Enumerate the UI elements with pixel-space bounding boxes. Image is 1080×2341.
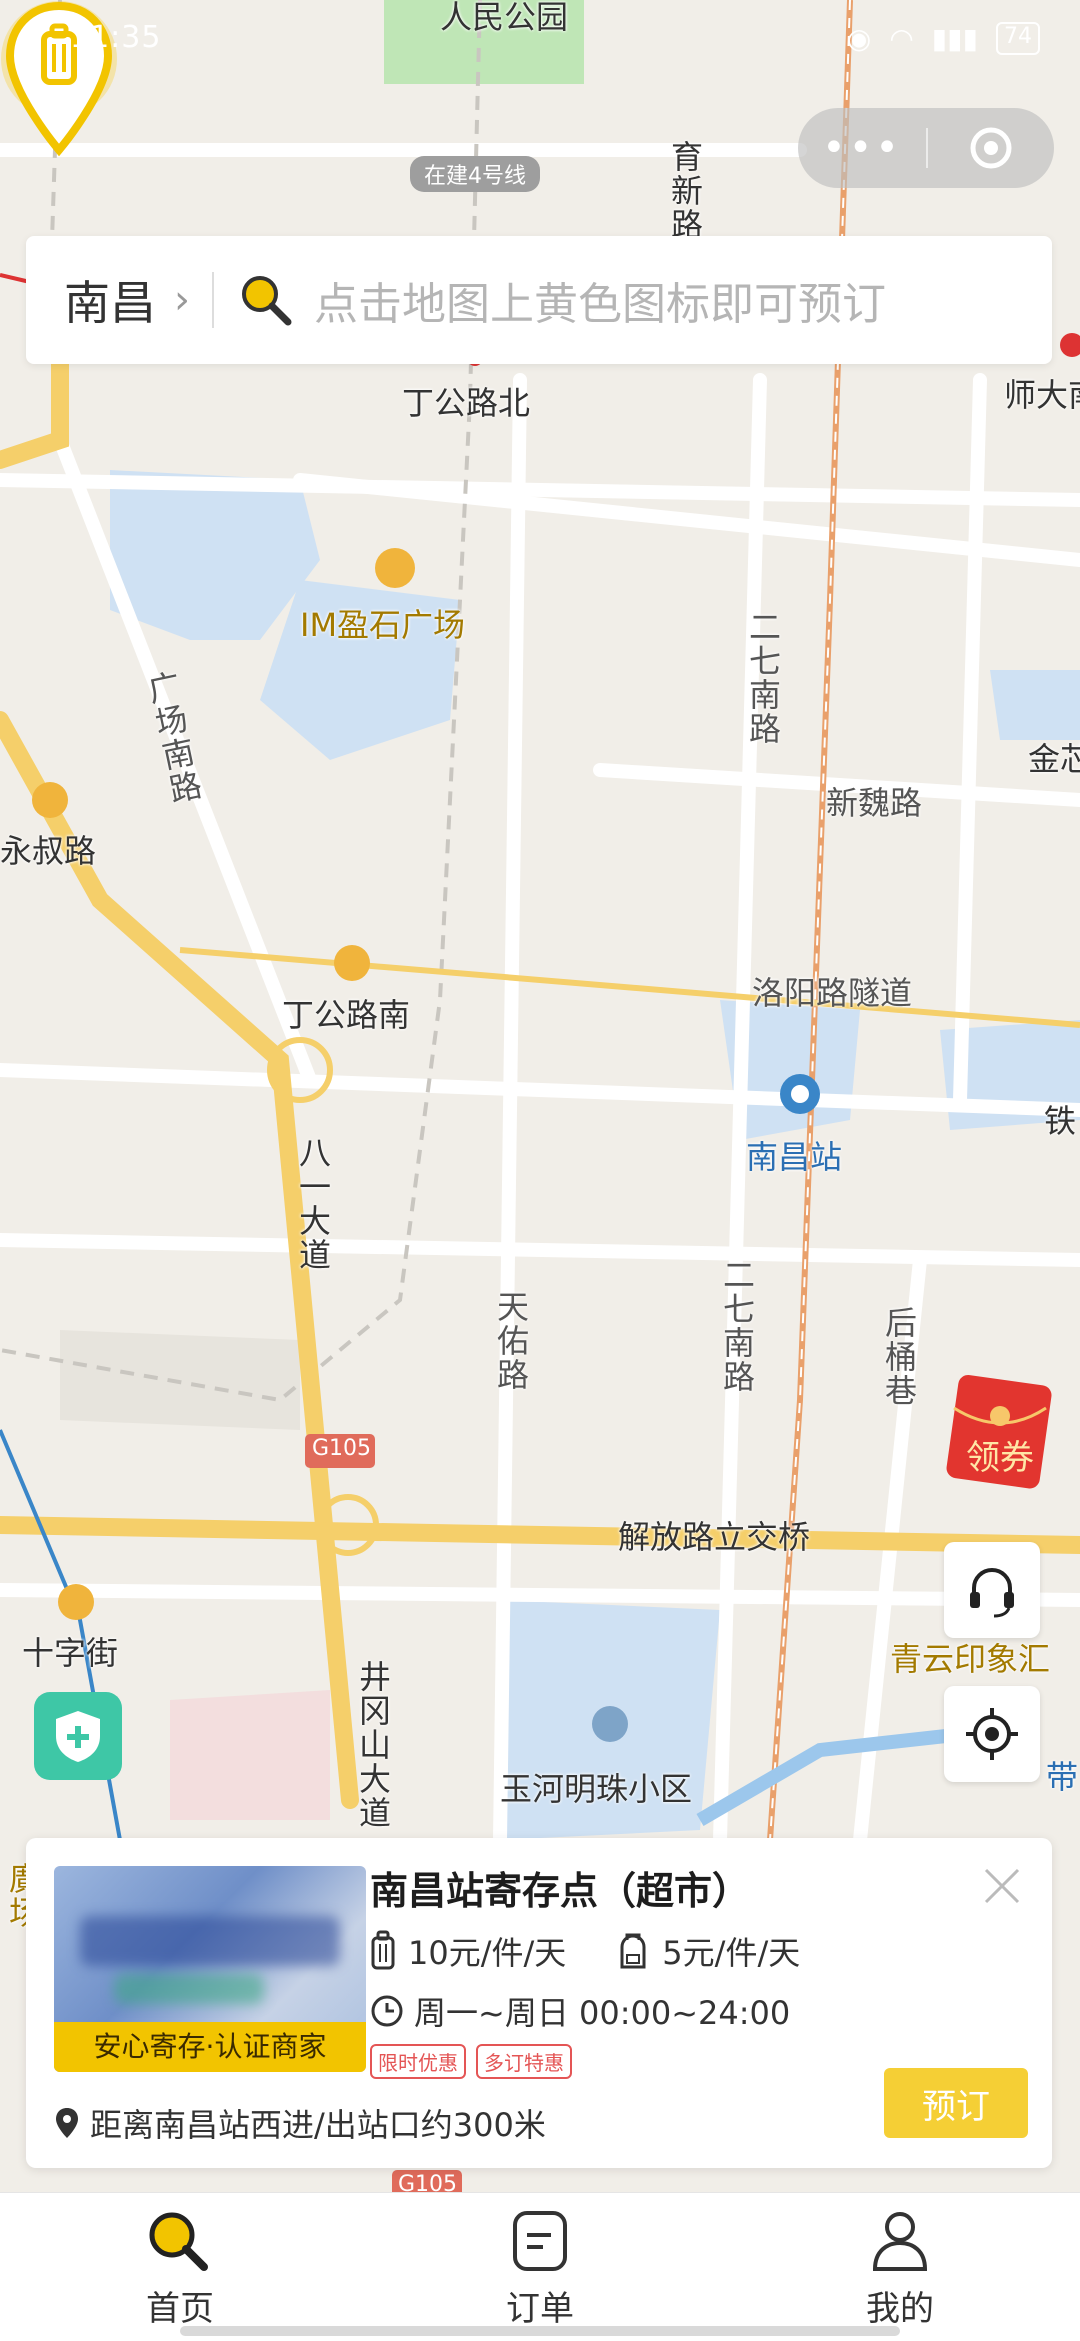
map-label-shida: 师大南 — [1004, 376, 1080, 414]
map-label-yongshu: 永叔路 — [0, 832, 97, 870]
status-icons: ◉ ◠ ▮▮▮ 74 — [847, 22, 1040, 55]
shield-plus-icon — [56, 1711, 100, 1762]
map-label-jinggang: 井冈山大道 — [354, 1660, 392, 1830]
promo-tag: 多订特惠 — [476, 2044, 572, 2079]
map-label-g105: G105 — [312, 1436, 372, 1461]
wifi-icon: ◠ — [889, 22, 914, 55]
location-icon: ◉ — [846, 22, 872, 55]
map-label-im-plaza: IM盈石广场 — [300, 606, 466, 644]
coupon-label: 领券 — [966, 1438, 1034, 1478]
safety-shield-button[interactable] — [34, 1692, 122, 1780]
map-label-yuhe: 玉河明珠小区 — [500, 1770, 693, 1808]
book-button[interactable]: 预订 — [884, 2068, 1028, 2138]
price-row: 10元/件/天 5元/件/天 — [370, 1928, 850, 1974]
price-bag-text: 5元/件/天 — [662, 1934, 801, 1972]
clock-icon — [371, 1995, 403, 2027]
search-divider — [212, 272, 214, 328]
status-time: 11:35 — [70, 20, 162, 55]
signal-icon: ▮▮▮ — [931, 22, 978, 55]
target-circle-icon[interactable] — [928, 124, 1054, 172]
store-card[interactable]: 安心寄存·认证商家 南昌站寄存点（超市） 10元/件/天 5元/件/天 周一~周… — [26, 1838, 1052, 2168]
order-icon — [513, 2211, 567, 2271]
status-bar: 11:35 ◉ ◠ ▮▮▮ 74 — [0, 0, 1080, 80]
battery-icon: 74 — [996, 22, 1040, 55]
map-label-yuxin: 育新路 — [666, 140, 704, 242]
search-icon — [149, 2212, 208, 2271]
price-luggage: 10元/件/天 — [370, 1928, 566, 1974]
opening-hours: 周一~周日 00:00~24:00 — [370, 1988, 790, 2034]
locate-icon — [966, 1708, 1018, 1760]
map-label-luoyang: 洛阳路隧道 — [752, 974, 913, 1012]
support-button[interactable] — [944, 1542, 1040, 1638]
search-icon — [242, 276, 292, 326]
map-label-dinggong-north: 丁公路北 — [402, 384, 531, 422]
tab-profile[interactable]: 我的 — [720, 2193, 1080, 2341]
map-label-xinwei: 新魏路 — [826, 784, 923, 822]
store-title: 南昌站寄存点（超市） — [370, 1869, 751, 1913]
price-luggage-text: 10元/件/天 — [408, 1934, 567, 1972]
capsule-menu[interactable]: ••• — [798, 108, 1054, 188]
tab-profile-label: 我的 — [866, 2289, 934, 2329]
map-label-bayi: 八一大道 — [294, 1136, 332, 1272]
promo-tags: 限时优惠 多订特惠 — [370, 2044, 572, 2079]
tab-home[interactable]: 首页 — [0, 2193, 360, 2341]
price-bag: 5元/件/天 — [616, 1928, 800, 1974]
map-label-dai: 带 — [1046, 1758, 1079, 1796]
more-dots-icon[interactable]: ••• — [798, 125, 926, 171]
hours-text: 周一~周日 00:00~24:00 — [414, 1994, 791, 2032]
map-label-tianyou: 天佑路 — [492, 1290, 530, 1392]
locate-button[interactable] — [944, 1686, 1040, 1782]
distance-info: 距离南昌站西进/出站口约300米 — [54, 2100, 546, 2146]
tab-orders-label: 订单 — [506, 2289, 574, 2329]
coupon-red-packet[interactable]: 领券 — [946, 1372, 1056, 1490]
tab-home-label: 首页 — [146, 2289, 214, 2329]
map-label-jinxin: 金芯 — [1028, 740, 1080, 778]
map-label-houtong: 后桶巷 — [880, 1306, 918, 1408]
close-icon[interactable] — [980, 1864, 1024, 1908]
search-bar[interactable]: 南昌 › 点击地图上黄色图标即可预订 — [26, 236, 1052, 364]
city-selector[interactable]: 南昌 — [64, 267, 156, 333]
chevron-right-icon[interactable]: › — [174, 277, 190, 323]
promo-tag: 限时优惠 — [370, 2044, 466, 2079]
map-label-tie: 铁 — [1044, 1102, 1077, 1140]
distance-text: 距离南昌站西进/出站口约300米 — [90, 2106, 546, 2144]
map-label-erqi-2: 二七南路 — [718, 1258, 756, 1394]
suitcase-icon — [371, 1930, 395, 1970]
map-label-nanchang-station: 南昌站 — [746, 1138, 843, 1176]
headset-icon — [970, 1568, 1014, 1618]
map-label-dinggong-south: 丁公路南 — [282, 996, 411, 1034]
map-label-shizi: 十字街 — [22, 1634, 119, 1672]
user-icon — [872, 2212, 928, 2271]
bottom-tab-bar: 首页 订单 我的 — [0, 2192, 1080, 2341]
location-pin-icon — [56, 2108, 78, 2138]
map-label-qingyun: 青云印象汇 — [890, 1640, 1051, 1678]
map-label-metro: 在建4号线 — [410, 156, 540, 192]
certified-badge: 安心寄存·认证商家 — [54, 2022, 366, 2072]
search-placeholder[interactable]: 点击地图上黄色图标即可预订 — [314, 268, 886, 332]
map-label-jiefang: 解放路立交桥 — [618, 1518, 811, 1556]
tab-orders[interactable]: 订单 — [360, 2193, 720, 2341]
backpack-icon — [620, 1933, 646, 1969]
home-indicator — [180, 2326, 900, 2336]
map-label-erqi: 二七南路 — [744, 610, 782, 746]
